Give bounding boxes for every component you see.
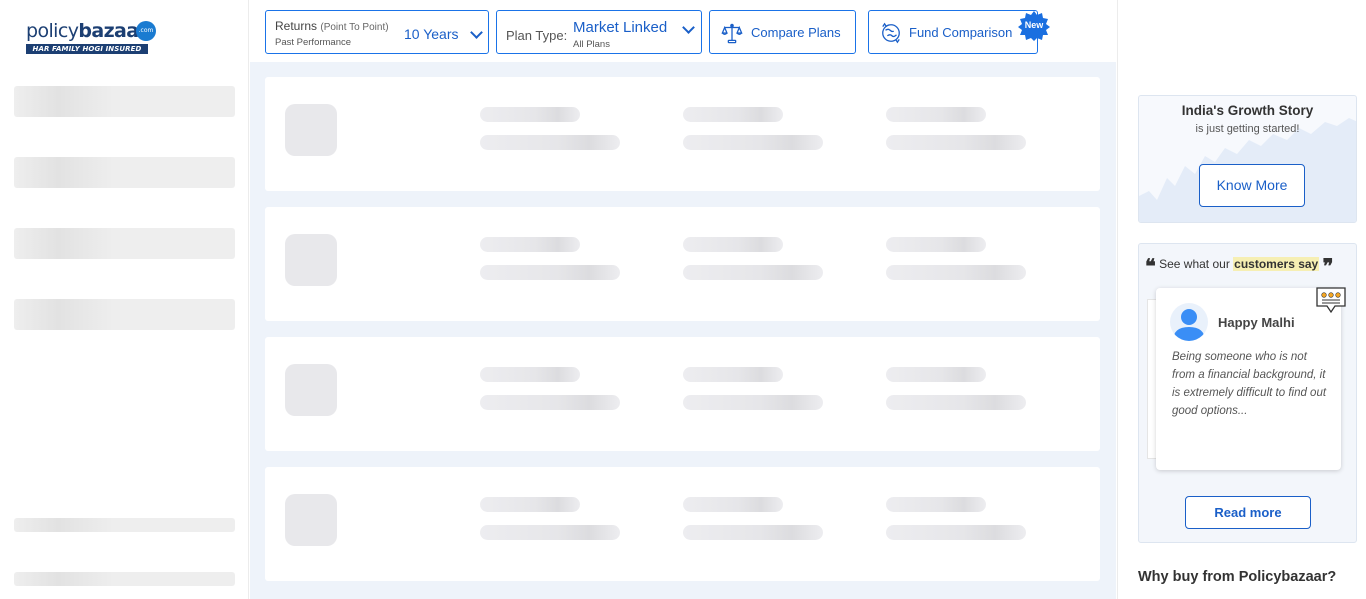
text-skeleton [683, 107, 783, 122]
plan-type-dropdown[interactable]: Plan Type: Market Linked All Plans [496, 10, 702, 54]
text-skeleton [683, 367, 783, 382]
customer-reviews-card: ❝ See what our customers say ❞ Happy Mal… [1138, 243, 1357, 543]
text-skeleton [480, 265, 620, 280]
rating-bubble-icon [1316, 287, 1346, 314]
text-skeleton [886, 525, 1026, 540]
plan-card-skeleton [265, 207, 1100, 321]
open-quote-icon: ❝ [1145, 254, 1156, 278]
reviews-heading-prefix: See what our [1159, 257, 1230, 271]
text-skeleton [886, 395, 1026, 410]
plan-list-loading [250, 62, 1116, 599]
reviews-heading-highlight: customers say [1233, 257, 1320, 271]
chevron-down-icon [470, 26, 483, 39]
text-skeleton [480, 497, 580, 512]
text-skeleton [886, 237, 986, 252]
sidebar-skeleton [14, 518, 235, 532]
plan-card-skeleton [265, 77, 1100, 191]
new-badge-label: New [1024, 20, 1044, 30]
review-card[interactable]: Happy Malhi Being someone who is not fro… [1156, 287, 1346, 470]
text-skeleton [886, 135, 1026, 150]
returns-sublabel: Past Performance [275, 37, 352, 48]
compare-plans-button[interactable]: Compare Plans [709, 10, 856, 54]
user-avatar-icon [1173, 309, 1205, 341]
page: policybazaar .com HAR FAMILY HOGI INSURE… [0, 0, 1366, 599]
plan-type-value: Market Linked [573, 19, 668, 36]
reviewer-name: Happy Malhi [1218, 315, 1295, 330]
text-skeleton [683, 525, 823, 540]
text-skeleton [480, 525, 620, 540]
read-more-button[interactable]: Read more [1185, 496, 1311, 529]
text-skeleton [886, 107, 986, 122]
sidebar-skeleton [14, 228, 235, 259]
sidebar-skeleton [14, 157, 235, 188]
filter-sidebar: policybazaar .com HAR FAMILY HOGI INSURE… [0, 0, 249, 599]
text-skeleton [683, 497, 783, 512]
reviews-heading: ❝ See what our customers say ❞ [1145, 256, 1355, 276]
returns-period-dropdown[interactable]: Returns (Point To Point) Past Performanc… [265, 10, 489, 54]
text-skeleton [683, 135, 823, 150]
text-skeleton [683, 237, 783, 252]
text-skeleton [886, 497, 986, 512]
returns-value: 10 Years [404, 26, 459, 42]
text-skeleton [886, 367, 986, 382]
new-badge: New [1018, 11, 1050, 41]
plan-type-sublabel: All Plans [573, 39, 610, 50]
text-skeleton [480, 367, 580, 382]
insurer-logo-skeleton [285, 234, 337, 286]
sidebar-skeleton [14, 572, 235, 586]
logo-com-badge: .com [136, 21, 156, 41]
insurer-logo-skeleton [285, 104, 337, 156]
sidebar-skeleton [14, 299, 235, 330]
plan-card-skeleton [265, 337, 1100, 451]
close-quote-icon: ❞ [1322, 254, 1334, 278]
text-skeleton [886, 265, 1026, 280]
text-skeleton [683, 395, 823, 410]
growth-subtitle: is just getting started! [1195, 123, 1300, 135]
text-skeleton [480, 395, 620, 410]
logo-tagline: HAR FAMILY HOGI INSURED [26, 44, 148, 54]
policybazaar-logo[interactable]: policybazaar .com HAR FAMILY HOGI INSURE… [26, 20, 166, 56]
why-buy-heading: Why buy from Policybazaar? [1138, 569, 1337, 585]
fund-comparison-label: Fund Comparison [909, 25, 1013, 40]
growth-title: India's Growth Story [1181, 103, 1314, 118]
insurer-logo-skeleton [285, 364, 337, 416]
review-text: Being someone who is not from a financia… [1172, 351, 1327, 417]
sidebar-skeleton [14, 86, 235, 117]
fund-comparison-button[interactable]: Fund Comparison [868, 10, 1038, 54]
plans-toolbar: Returns (Point To Point) Past Performanc… [250, 0, 1116, 62]
plan-type-label: Plan Type: [506, 28, 568, 43]
plan-card-skeleton [265, 467, 1100, 581]
compare-plans-label: Compare Plans [751, 25, 841, 40]
chevron-down-icon [682, 21, 695, 34]
returns-label: Returns (Point To Point) [275, 19, 389, 33]
avatar [1170, 303, 1208, 341]
text-skeleton [480, 237, 580, 252]
text-skeleton [683, 265, 823, 280]
growth-story-card: India's Growth Story is just getting sta… [1138, 95, 1357, 223]
know-more-button[interactable]: Know More [1199, 164, 1305, 207]
globe-exchange-icon [882, 22, 900, 44]
text-skeleton [480, 135, 620, 150]
text-skeleton [480, 107, 580, 122]
logo-wordmark: policybazaar [26, 20, 148, 42]
insurer-logo-skeleton [285, 494, 337, 546]
scale-icon [721, 23, 743, 44]
right-rail: India's Growth Story is just getting sta… [1117, 0, 1366, 599]
